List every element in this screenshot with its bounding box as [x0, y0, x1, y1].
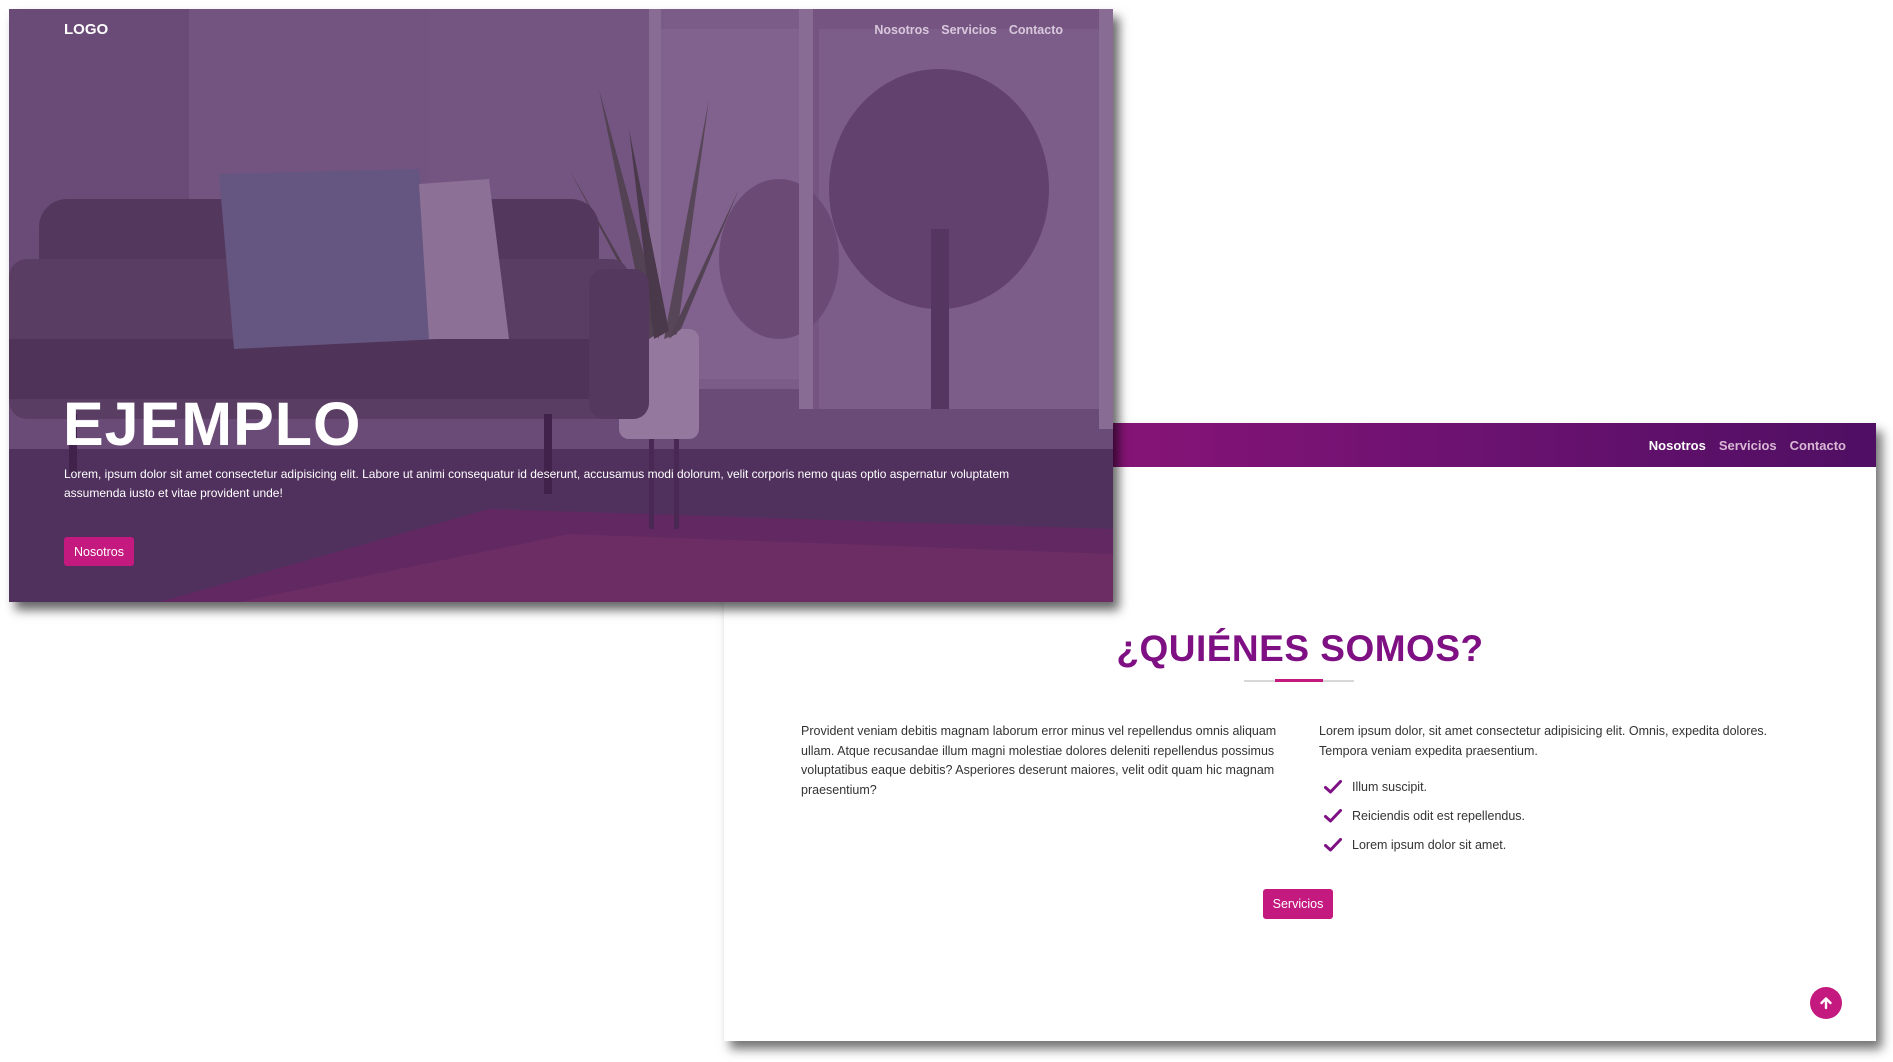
list-item-label: Lorem ipsum dolor sit amet.: [1352, 837, 1507, 852]
logo[interactable]: LOGO: [64, 21, 108, 38]
list-item: Illum suscipit.: [1324, 772, 1525, 801]
scroll-top-button[interactable]: [1810, 987, 1842, 1019]
nav-link-nosotros[interactable]: Nosotros: [874, 23, 929, 37]
nav-link-contacto[interactable]: Contacto: [1009, 23, 1063, 37]
list-item-label: Illum suscipit.: [1352, 779, 1428, 794]
title-divider: [1244, 679, 1354, 682]
hero-nav-links: Nosotros Servicios Contacto: [874, 23, 1063, 37]
list-item: Reiciendis odit est repellendus.: [1324, 801, 1525, 830]
nav-link-contacto[interactable]: Contacto: [1790, 438, 1846, 453]
section-title: ¿QUIÉNES SOMOS?: [1116, 628, 1484, 669]
hero-title: EJEMPLO: [63, 390, 362, 458]
checklist: Illum suscipit. Reiciendis odit est repe…: [1324, 772, 1525, 859]
nav-link-servicios[interactable]: Servicios: [941, 23, 997, 37]
list-item: Lorem ipsum dolor sit amet.: [1324, 830, 1525, 859]
nav-link-nosotros[interactable]: Nosotros: [1649, 438, 1706, 453]
hero-screenshot: LOGO Nosotros Servicios Contacto EJEMPLO…: [9, 9, 1113, 602]
arrow-up-icon: [1820, 997, 1832, 1010]
check-icon: [1324, 808, 1342, 822]
check-icon: [1324, 837, 1342, 851]
about-paragraph-left: Provident veniam debitis magnam laborum …: [801, 724, 1277, 797]
servicios-button[interactable]: Servicios: [1263, 889, 1333, 919]
nosotros-button[interactable]: Nosotros: [64, 537, 134, 566]
hero-overlay: [9, 9, 1113, 602]
list-item-label: Reiciendis odit est repellendus.: [1352, 808, 1526, 823]
check-icon: [1324, 779, 1342, 793]
nav-link-servicios[interactable]: Servicios: [1719, 438, 1777, 453]
about-nav-links: Nosotros Servicios Contacto: [1649, 423, 1846, 467]
about-paragraph-right: Lorem ipsum dolor, sit amet consectetur …: [1319, 724, 1768, 758]
hero-description: Lorem, ipsum dolor sit amet consectetur …: [64, 467, 1010, 500]
